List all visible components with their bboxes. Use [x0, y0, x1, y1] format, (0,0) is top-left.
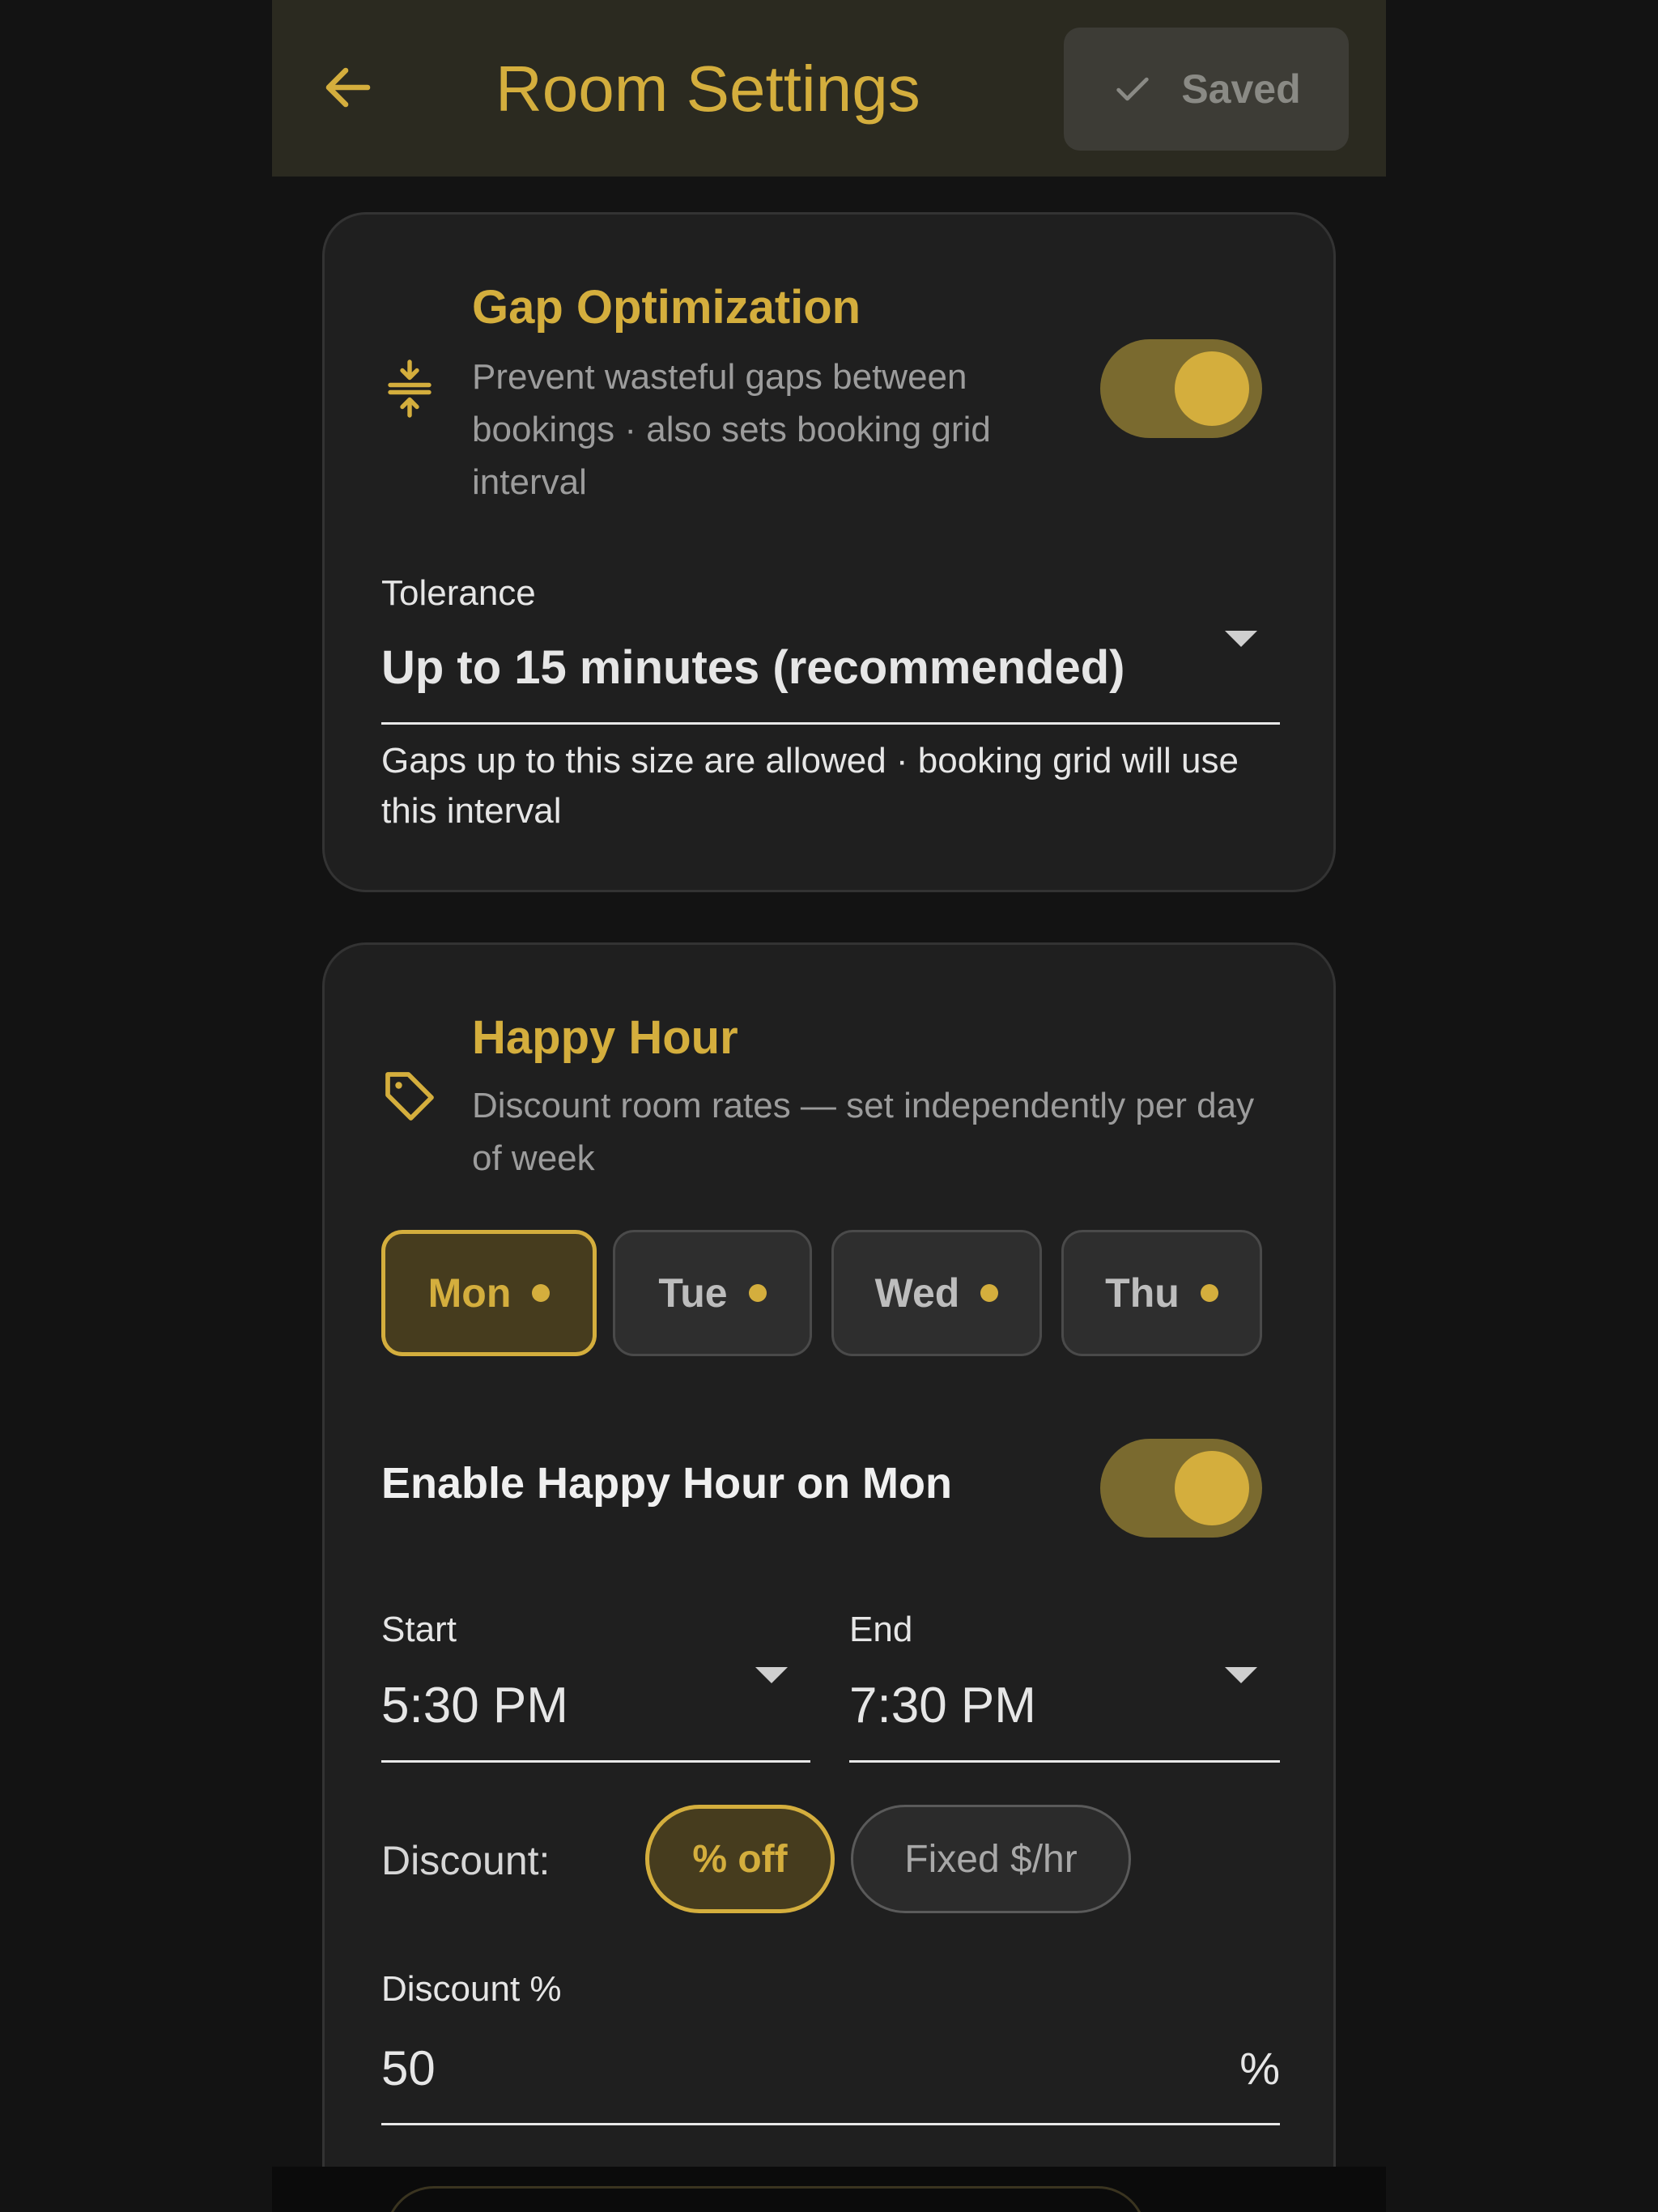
- bottom-action-button[interactable]: [385, 2186, 1146, 2212]
- enable-happy-hour-label: Enable Happy Hour on Mon: [381, 1459, 953, 1508]
- room-settings-screen: Room Settings Saved Gap Optimization Pre…: [272, 0, 1386, 2212]
- discount-type-label: Discount:: [381, 1838, 551, 1883]
- tag-icon: [373, 1060, 446, 1133]
- tolerance-value: Up to 15 minutes (recommended): [381, 641, 1125, 694]
- chevron-down-icon: [1225, 1667, 1257, 1683]
- chevron-down-icon: [755, 1667, 788, 1683]
- tolerance-dropdown[interactable]: Tolerance Up to 15 minutes (recommended): [381, 571, 1280, 725]
- arrow-left-icon: [325, 67, 371, 108]
- discount-percent-input[interactable]: Discount % 50 %: [381, 1967, 1280, 2125]
- gap-optimization-description: Prevent wasteful gaps between bookings ·…: [472, 357, 991, 502]
- gap-optimization-toggle[interactable]: [1100, 339, 1262, 438]
- start-label: Start: [381, 1610, 457, 1649]
- happy-hour-description: Discount room rates — set independently …: [472, 1086, 1255, 1178]
- day-status-dot: [980, 1284, 999, 1302]
- app-bar: Room Settings Saved: [272, 0, 1386, 177]
- day-status-dot: [748, 1284, 767, 1302]
- happy-hour-card: Happy Hour Discount room rates — set ind…: [322, 942, 1336, 2212]
- chevron-down-icon: [1225, 631, 1257, 647]
- toggle-knob: [1175, 1451, 1249, 1525]
- enable-happy-hour-toggle[interactable]: [1100, 1439, 1262, 1538]
- percent-suffix: %: [1239, 2043, 1280, 2094]
- saved-button[interactable]: Saved: [1064, 28, 1349, 151]
- day-chip-mon[interactable]: Mon: [381, 1230, 597, 1356]
- day-chip-wed[interactable]: Wed: [831, 1230, 1042, 1356]
- gap-optimization-card: Gap Optimization Prevent wasteful gaps b…: [322, 212, 1336, 892]
- day-chip-label: Mon: [427, 1270, 512, 1316]
- day-status-dot: [532, 1284, 551, 1302]
- back-button[interactable]: [311, 50, 385, 125]
- happy-hour-title: Happy Hour: [472, 1011, 738, 1064]
- day-chip-label: Thu: [1105, 1270, 1180, 1316]
- tolerance-helper-text: Gaps up to this size are allowed · booki…: [381, 741, 1239, 831]
- toggle-knob: [1175, 351, 1249, 426]
- end-time-value: 7:30 PM: [849, 1678, 1036, 1733]
- end-time-dropdown[interactable]: End 7:30 PM: [849, 1607, 1280, 1763]
- compress-vertical-icon: [373, 352, 446, 425]
- discount-percent-option[interactable]: % off: [645, 1805, 835, 1913]
- day-status-dot: [1200, 1284, 1218, 1302]
- day-chip-tue[interactable]: Tue: [613, 1230, 812, 1356]
- start-time-value: 5:30 PM: [381, 1678, 568, 1733]
- check-icon: [1116, 77, 1150, 101]
- saved-label: Saved: [1181, 66, 1301, 112]
- end-label: End: [849, 1610, 913, 1649]
- day-chip-thu[interactable]: Thu: [1061, 1230, 1262, 1356]
- discount-percent-value: 50: [381, 2041, 436, 2095]
- day-chip-label: Wed: [874, 1270, 960, 1316]
- page-title: Room Settings: [495, 53, 920, 125]
- day-chip-label: Tue: [658, 1270, 728, 1316]
- bottom-action-bar: [272, 2167, 1386, 2212]
- gap-optimization-title: Gap Optimization: [472, 281, 861, 334]
- discount-fixed-option[interactable]: Fixed $/hr: [851, 1805, 1131, 1913]
- discount-percent-label: Discount %: [381, 1969, 562, 2009]
- tolerance-label: Tolerance: [381, 573, 536, 613]
- start-time-dropdown[interactable]: Start 5:30 PM: [381, 1607, 810, 1763]
